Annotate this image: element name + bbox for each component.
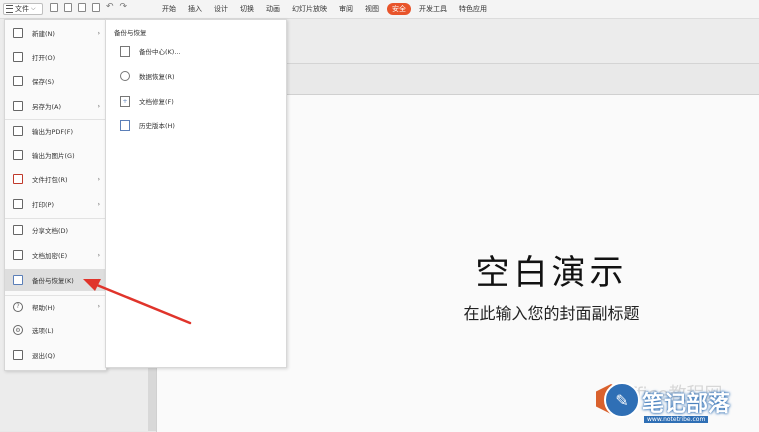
menu-item-export-image[interactable]: 输出为图片(G) <box>5 144 106 166</box>
redo-icon[interactable]: ↷ <box>120 3 128 12</box>
tab-security[interactable]: 安全 <box>387 3 411 15</box>
tab-slideshow[interactable]: 幻灯片放映 <box>286 3 333 15</box>
save-as-icon <box>13 101 23 111</box>
pdf-icon <box>13 125 23 136</box>
image-export-icon <box>13 150 23 160</box>
submenu-item-label: 文档修复(F) <box>139 98 174 106</box>
menu-item-label: 退出(Q) <box>32 352 56 360</box>
submenu-item-history-version[interactable]: 历史版本(H) <box>120 118 175 132</box>
document-repair-icon: + <box>120 95 130 107</box>
tab-design[interactable]: 设计 <box>208 3 234 15</box>
save-icon <box>13 76 23 86</box>
undo-icon[interactable]: ↶ <box>106 3 114 12</box>
print-icon[interactable] <box>78 3 86 12</box>
submenu-item-backup-center[interactable]: 备份中心(K)... <box>120 44 181 58</box>
print-icon <box>13 199 23 209</box>
menu-item-package[interactable]: 文件打包(R) › <box>5 168 106 190</box>
menu-item-label: 打开(O) <box>32 54 56 62</box>
menu-item-save[interactable]: 保存(S) <box>5 70 106 92</box>
open-folder-icon <box>13 52 23 62</box>
menu-item-label: 文件打包(R) <box>32 176 68 184</box>
save-icon[interactable] <box>50 3 58 12</box>
menu-item-label: 选项(L) <box>32 327 54 335</box>
tab-animations[interactable]: 动画 <box>260 3 286 15</box>
submenu-item-document-repair[interactable]: + 文档修复(F) <box>120 94 174 108</box>
submenu-item-label: 备份中心(K)... <box>139 48 181 56</box>
backup-center-icon <box>120 45 130 57</box>
tab-review[interactable]: 审阅 <box>333 3 359 15</box>
chevron-right-icon: › <box>97 102 100 110</box>
chevron-down-icon: ⌵ <box>31 5 36 12</box>
gear-icon: ⚙ <box>13 325 23 335</box>
chevron-right-icon: › <box>97 251 100 259</box>
export-icon[interactable] <box>92 3 100 12</box>
tab-developer[interactable]: 开发工具 <box>413 3 453 15</box>
menu-item-label: 分享文档(D) <box>32 226 69 235</box>
menu-item-label: 帮助(H) <box>32 303 55 312</box>
menu-item-label: 打印(P) <box>32 201 54 209</box>
menu-item-exit[interactable]: 退出(Q) <box>5 344 106 366</box>
tab-special-features[interactable]: 特色应用 <box>453 3 493 15</box>
menu-item-options[interactable]: ⚙ 选项(L) <box>5 319 106 341</box>
share-icon <box>13 224 23 235</box>
menu-item-export-pdf[interactable]: 输出为PDF(F) <box>5 119 106 141</box>
menu-item-open[interactable]: 打开(O) <box>5 46 106 68</box>
file-menu: 新建(N) › 打开(O) 保存(S) 另存为(A) › 输出为PDF(F) 输… <box>4 19 107 371</box>
chevron-right-icon: › <box>97 29 100 37</box>
menu-item-label: 另存为(A) <box>32 103 62 111</box>
menu-item-label: 文档加密(E) <box>32 252 68 260</box>
quick-access-toolbar: ↶ ↷ <box>50 3 127 12</box>
menu-item-share[interactable]: 分享文档(D) <box>5 218 106 240</box>
menu-item-encrypt[interactable]: 文档加密(E) › <box>5 244 106 266</box>
chevron-right-icon: › <box>97 175 100 183</box>
data-recovery-icon <box>120 71 130 81</box>
menu-item-backup-restore[interactable]: 备份与恢复(K) › <box>5 269 106 291</box>
menu-item-new[interactable]: 新建(N) › <box>5 22 106 44</box>
menu-item-label: 备份与恢复(K) <box>32 277 74 285</box>
menu-item-label: 保存(S) <box>32 78 55 86</box>
menu-item-help[interactable]: ? 帮助(H) › <box>5 295 106 317</box>
submenu-item-label: 历史版本(H) <box>139 122 175 130</box>
submenu-title: 备份与恢复 <box>114 29 147 37</box>
backup-icon <box>13 275 23 285</box>
tab-home[interactable]: 开始 <box>156 3 182 15</box>
watermark-text: 笔记部落 <box>642 392 731 417</box>
hamburger-icon <box>6 5 13 13</box>
submenu-item-label: 数据恢复(R) <box>139 73 175 81</box>
ribbon-bar: 文件 ⌵ ↶ ↷ 开始 插入 设计 切换 动画 幻灯片放映 审阅 视图 安全 开… <box>0 0 759 19</box>
watermark: Office教程网 ✎ 笔记部落 www.notetribe.com <box>596 380 759 431</box>
watermark-url: www.notetribe.com <box>644 416 709 423</box>
file-menu-label: 文件 <box>15 5 29 13</box>
chevron-right-icon: › <box>97 276 100 284</box>
ribbon-tabs: 开始 插入 设计 切换 动画 幻灯片放映 审阅 视图 安全 开发工具 特色应用 <box>156 3 493 15</box>
encrypt-icon <box>13 250 23 260</box>
menu-item-label: 输出为图片(G) <box>32 152 75 160</box>
history-version-icon <box>120 119 130 131</box>
chevron-right-icon: › <box>97 200 100 208</box>
submenu-item-data-recovery[interactable]: 数据恢复(R) <box>120 69 175 83</box>
file-menu-button[interactable]: 文件 ⌵ <box>3 3 43 15</box>
menu-item-label: 新建(N) <box>32 30 55 38</box>
tab-view[interactable]: 视图 <box>359 3 385 15</box>
new-file-icon <box>13 28 23 38</box>
package-icon <box>13 174 23 184</box>
pen-icon: ✎ <box>604 382 640 418</box>
menu-item-print[interactable]: 打印(P) › <box>5 193 106 215</box>
chevron-right-icon: › <box>97 303 100 310</box>
menu-item-label: 输出为PDF(F) <box>32 127 73 136</box>
exit-icon <box>13 350 23 360</box>
help-icon: ? <box>13 301 23 312</box>
menu-item-save-as[interactable]: 另存为(A) › <box>5 95 106 117</box>
tab-transitions[interactable]: 切换 <box>234 3 260 15</box>
backup-restore-submenu: 备份与恢复 备份中心(K)... 数据恢复(R) + 文档修复(F) 历史版本(… <box>105 19 287 368</box>
print-preview-icon[interactable] <box>64 3 72 12</box>
tab-insert[interactable]: 插入 <box>182 3 208 15</box>
